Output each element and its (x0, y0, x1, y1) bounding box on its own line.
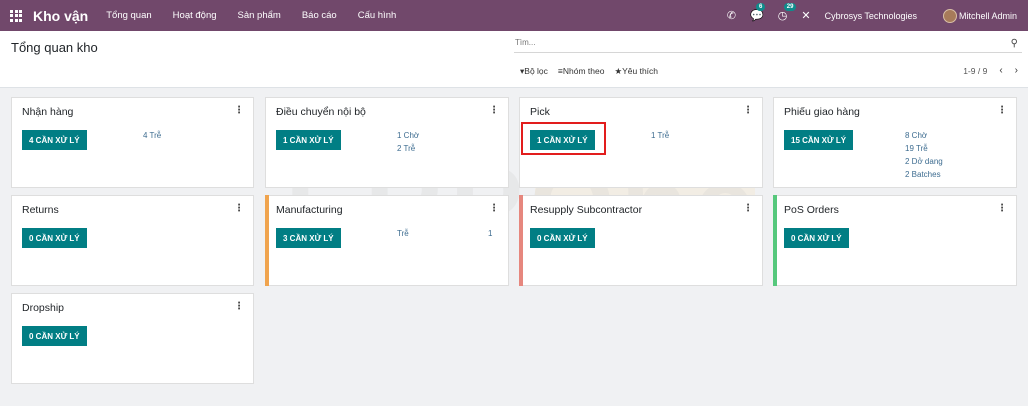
todo-button[interactable]: 1 CẦN XỬ LÝ (276, 130, 341, 150)
favorites-button[interactable]: ★Yêu thích (614, 66, 658, 77)
card-pick[interactable]: Pick ⋮ 1 CẦN XỬ LÝ 1 Trễ (519, 97, 763, 188)
todo-button[interactable]: 0 CẦN XỬ LÝ (784, 228, 849, 248)
card-title[interactable]: Phiếu giao hàng (784, 106, 860, 118)
filter-button[interactable]: ▾Bộ lọc (520, 66, 548, 77)
filter-bar: ▾Bộ lọc ≡Nhóm theo ★Yêu thích (520, 66, 668, 77)
kebab-menu-icon[interactable]: ⋮ (489, 105, 499, 116)
kebab-menu-icon[interactable]: ⋮ (997, 203, 1007, 214)
search-bar: ⚲ (514, 36, 1022, 53)
groupby-button[interactable]: ≡Nhóm theo (558, 66, 605, 77)
search-icon[interactable]: ⚲ (1011, 38, 1018, 49)
kebab-menu-icon[interactable]: ⋮ (997, 105, 1007, 116)
card-pos-orders[interactable]: PoS Orders ⋮ 0 CẦN XỬ LÝ (773, 195, 1017, 286)
pager: 1-9 / 9 ‹ › (963, 65, 1018, 76)
stat-in-progress[interactable]: 2 Dở dang (905, 156, 943, 169)
card-title[interactable]: Dropship (22, 302, 64, 314)
card-dropship[interactable]: Dropship ⋮ 0 CẦN XỬ LÝ (11, 293, 254, 384)
stat-batches[interactable]: 2 Batches (905, 169, 941, 182)
highlight-box (521, 122, 606, 155)
card-title[interactable]: PoS Orders (784, 204, 839, 216)
menu-reports[interactable]: Báo cáo (302, 10, 337, 21)
groupby-label: Nhóm theo (562, 66, 605, 76)
kebab-menu-icon[interactable]: ⋮ (743, 203, 753, 214)
kebab-menu-icon[interactable]: ⋮ (234, 203, 244, 214)
company-switcher[interactable]: Cybrosys Technologies (825, 11, 917, 21)
kebab-menu-icon[interactable]: ⋮ (489, 203, 499, 214)
color-strip (519, 195, 523, 286)
todo-button[interactable]: 15 CẦN XỬ LÝ (784, 130, 854, 150)
tools-icon[interactable]: ✕ (801, 9, 810, 22)
menu-products[interactable]: Sản phẩm (238, 10, 281, 21)
messages-badge: 6 (756, 3, 766, 11)
stat-late[interactable]: Trễ (397, 228, 409, 241)
stat-late[interactable]: 2 Trễ (397, 143, 415, 156)
apps-grid-icon[interactable] (10, 9, 22, 22)
color-strip (265, 195, 269, 286)
todo-button[interactable]: 4 CẦN XỬ LÝ (22, 130, 87, 150)
card-returns[interactable]: Returns ⋮ 0 CẦN XỬ LÝ (11, 195, 254, 286)
phone-icon[interactable]: ✆ (727, 9, 736, 22)
todo-button[interactable]: 0 CẦN XỬ LÝ (22, 228, 87, 248)
todo-button[interactable]: 0 CẦN XỬ LÝ (530, 228, 595, 248)
user-menu[interactable]: Mitchell Admin (959, 11, 1017, 21)
stat-late[interactable]: 19 Trễ (905, 143, 928, 156)
chevron-right-icon[interactable]: › (1015, 65, 1018, 76)
card-title[interactable]: Nhận hàng (22, 106, 73, 118)
card-resupply-subcontractor[interactable]: Resupply Subcontractor ⋮ 0 CẦN XỬ LÝ (519, 195, 763, 286)
card-manufacturing[interactable]: Manufacturing ⋮ 3 CẦN XỬ LÝ Trễ 1 (265, 195, 509, 286)
top-navbar: Kho vận Tổng quan Hoạt động Sản phẩm Báo… (0, 0, 1028, 31)
menu-operations[interactable]: Hoạt động (173, 10, 217, 21)
menu-overview[interactable]: Tổng quan (106, 10, 151, 21)
card-title[interactable]: Điều chuyển nội bộ (276, 106, 366, 118)
stat-late[interactable]: 4 Trễ (143, 130, 161, 143)
chat-icon[interactable]: 💬 6 (750, 3, 766, 22)
control-panel: Tổng quan kho ⚲ ▾Bộ lọc ≡Nhóm theo ★Yêu … (0, 31, 1028, 88)
avatar[interactable] (942, 8, 957, 23)
card-title[interactable]: Returns (22, 204, 59, 216)
kebab-menu-icon[interactable]: ⋮ (234, 105, 244, 116)
favorites-label: Yêu thích (622, 66, 659, 76)
card-delivery-orders[interactable]: Phiếu giao hàng ⋮ 15 CẦN XỬ LÝ 8 Chờ 19 … (773, 97, 1017, 188)
color-strip (773, 195, 777, 286)
card-title[interactable]: Pick (530, 106, 550, 118)
stat-waiting[interactable]: 1 Chờ (397, 130, 419, 143)
clock-icon[interactable]: ◷ 29 (778, 3, 797, 22)
chevron-left-icon[interactable]: ‹ (999, 65, 1002, 76)
search-input[interactable] (515, 38, 995, 47)
stat-waiting[interactable]: 8 Chờ (905, 130, 927, 143)
menu-configuration[interactable]: Cấu hình (358, 10, 397, 21)
app-brand[interactable]: Kho vận (33, 8, 88, 24)
page-title: Tổng quan kho (11, 40, 98, 55)
card-title[interactable]: Manufacturing (276, 204, 343, 216)
stat-late-count[interactable]: 1 (488, 229, 492, 238)
card-receipts[interactable]: Nhận hàng ⋮ 4 CẦN XỬ LÝ 4 Trễ (11, 97, 254, 188)
card-internal-transfers[interactable]: Điều chuyển nội bộ ⋮ 1 CẦN XỬ LÝ 1 Chờ 2… (265, 97, 509, 188)
todo-button[interactable]: 3 CẦN XỬ LÝ (276, 228, 341, 248)
pager-value[interactable]: 1-9 / 9 (963, 66, 987, 76)
kebab-menu-icon[interactable]: ⋮ (743, 105, 753, 116)
kebab-menu-icon[interactable]: ⋮ (234, 301, 244, 312)
activities-badge: 29 (783, 3, 797, 11)
filter-label: Bộ lọc (524, 66, 548, 76)
card-title[interactable]: Resupply Subcontractor (530, 204, 642, 216)
stat-late[interactable]: 1 Trễ (651, 130, 669, 143)
todo-button[interactable]: 0 CẦN XỬ LÝ (22, 326, 87, 346)
